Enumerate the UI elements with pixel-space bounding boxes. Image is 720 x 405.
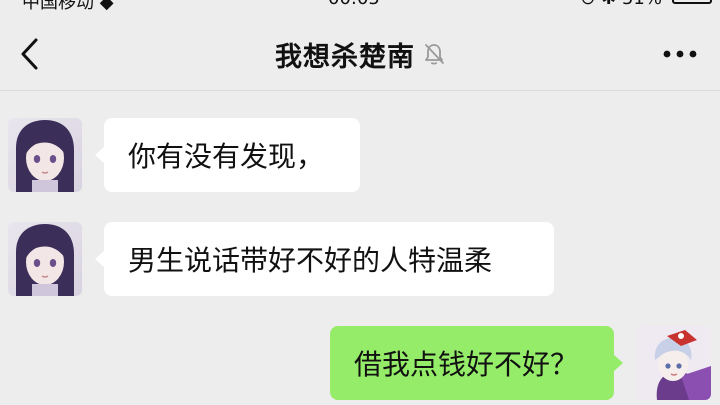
- more-options-button[interactable]: [660, 38, 700, 70]
- bell-muted-icon: [423, 42, 445, 66]
- more-dots-icon: [663, 50, 697, 58]
- chat-title: 我想杀楚南: [275, 41, 415, 73]
- carrier-label: 中国移动 ◆: [22, 0, 114, 13]
- contact-avatar[interactable]: [8, 118, 82, 192]
- message-bubble[interactable]: 男生说话带好不好的人特温柔: [95, 222, 554, 296]
- battery-icon: [672, 0, 712, 4]
- clock-time: 00:05: [328, 0, 380, 9]
- self-avatar[interactable]: [637, 326, 711, 400]
- message-text: 男生说话带好不好的人特温柔: [128, 244, 493, 277]
- message-text: 你有没有发现，: [128, 140, 325, 173]
- status-bar: 中国移动 ◆ 00:05 ⊙ ✱ 51%: [0, 0, 720, 13]
- message-text: 借我点钱好不好？: [354, 348, 579, 381]
- status-indicators: ⊙ ✱ 51%: [580, 0, 662, 9]
- chat-header: 我想杀楚南: [0, 18, 720, 90]
- title-wrap: 我想杀楚南: [0, 18, 720, 90]
- message-bubble-self[interactable]: 借我点钱好不好？: [330, 326, 623, 400]
- message-list[interactable]: 你有没有发现， 男生说话带好不好的人特温柔 借我点钱好不好？: [0, 91, 720, 405]
- contact-avatar[interactable]: [8, 222, 82, 296]
- message-bubble[interactable]: 你有没有发现，: [95, 118, 360, 192]
